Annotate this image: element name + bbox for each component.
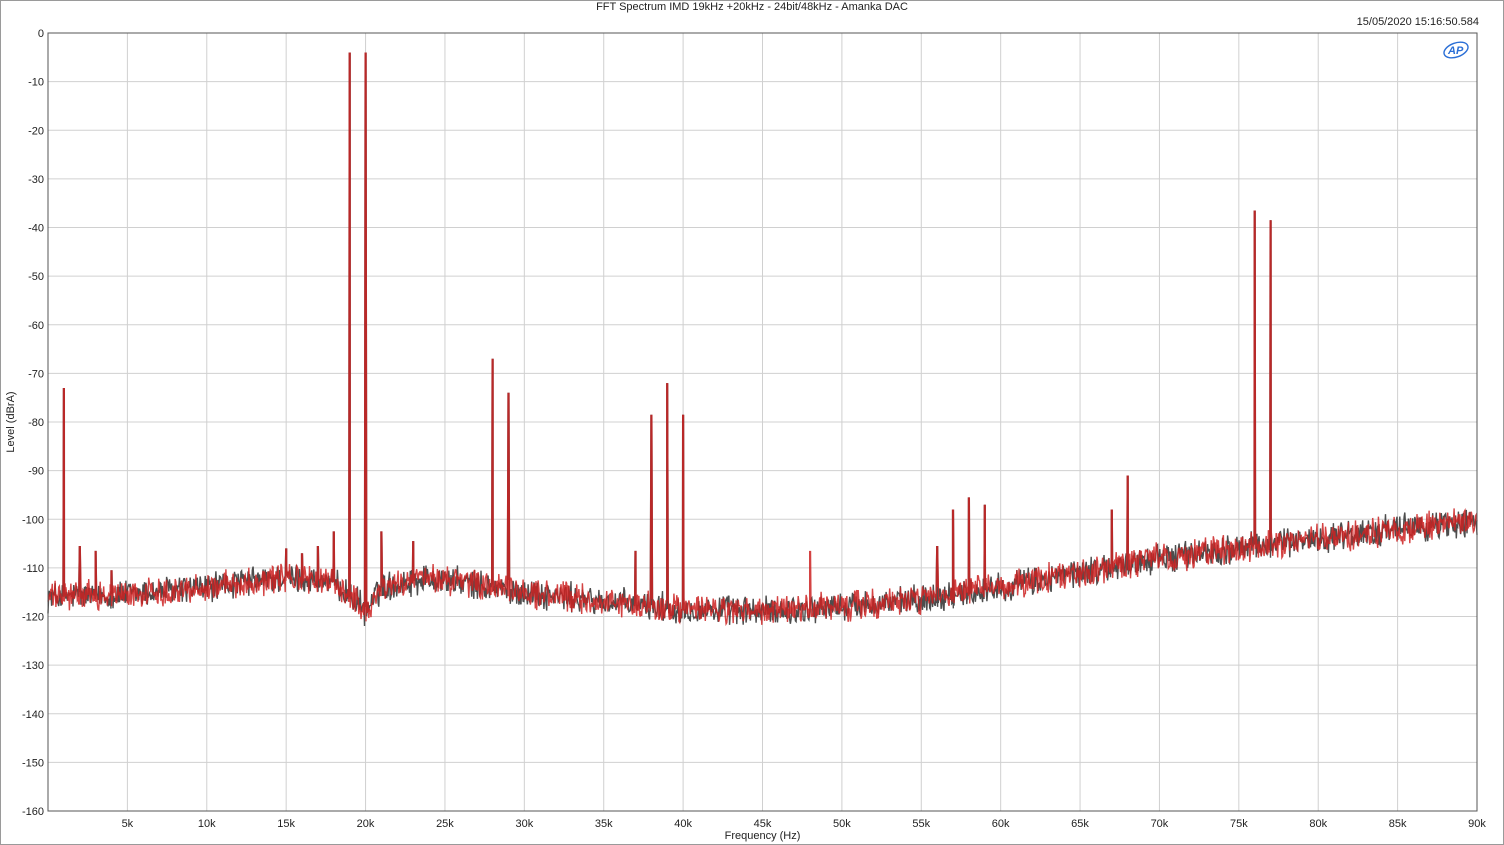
x-tick-label: 55k xyxy=(912,818,930,830)
y-tick-label: 0 xyxy=(38,28,44,40)
y-tick-label: -120 xyxy=(22,612,44,624)
x-tick-label: 30k xyxy=(515,818,533,830)
y-tick-label: -70 xyxy=(28,368,44,380)
y-tick-label: -130 xyxy=(22,660,44,672)
y-tick-label: -40 xyxy=(28,223,44,235)
x-tick-label: 35k xyxy=(595,818,613,830)
y-tick-label: -60 xyxy=(28,320,44,332)
x-tick-label: 65k xyxy=(1071,818,1089,830)
x-tick-label: 50k xyxy=(833,818,851,830)
y-tick-labels: 0 -10 -20 -30 -40 -50 -60 -70 -80 -90 -100 -110 -120… xyxy=(22,28,44,818)
spectrum-chart: 0 -10 -20 -30 -40 -50 -60 -70 -80 -90 -100 -110 -120… xyxy=(5,28,1487,842)
y-tick-label: -160 xyxy=(22,806,44,818)
x-axis-label: Frequency (Hz) xyxy=(725,830,801,842)
x-tick-label: 15k xyxy=(277,818,295,830)
x-tick-label: 25k xyxy=(436,818,454,830)
x-tick-label: 5k xyxy=(122,818,134,830)
y-tick-label: -90 xyxy=(28,466,44,478)
y-tick-label: -140 xyxy=(22,709,44,721)
y-tick-label: -20 xyxy=(28,125,44,137)
y-tick-label: -110 xyxy=(23,563,44,575)
x-tick-label: 90k xyxy=(1468,818,1486,830)
x-tick-labels: 5k 10k 15k 20k 25k 30k 35k 40k 45k 50k 55k 60k 65k 70… xyxy=(122,818,1487,830)
y-tick-label: -10 xyxy=(28,77,44,89)
x-tick-label: 85k xyxy=(1389,818,1407,830)
y-tick-label: -80 xyxy=(28,417,44,429)
y-tick-label: -30 xyxy=(28,174,44,186)
x-tick-label: 45k xyxy=(754,818,772,830)
y-tick-label: -100 xyxy=(22,514,44,526)
y-axis-label: Level (dBrA) xyxy=(5,391,17,452)
grid-layer xyxy=(48,32,1478,812)
x-tick-label: 10k xyxy=(198,818,216,830)
y-tick-label: -150 xyxy=(22,757,44,769)
x-tick-label: 20k xyxy=(357,818,375,830)
x-tick-label: 40k xyxy=(674,818,692,830)
x-tick-label: 60k xyxy=(992,818,1010,830)
x-tick-label: 75k xyxy=(1230,818,1248,830)
x-tick-label: 80k xyxy=(1309,818,1327,830)
y-tick-label: -50 xyxy=(28,271,44,283)
x-tick-label: 70k xyxy=(1151,818,1169,830)
